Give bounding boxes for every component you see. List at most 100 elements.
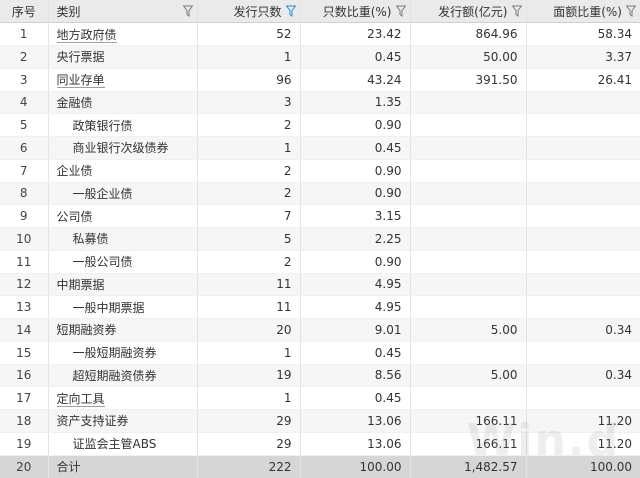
table-row[interactable]: 14 短期融资券 20 9.01 5.00 0.34: [0, 318, 640, 342]
col-header-amount-share[interactable]: 面额比重(%): [526, 0, 640, 24]
table-row[interactable]: 12 中期票据 11 4.95: [0, 273, 640, 297]
row-index: 19: [0, 432, 49, 456]
col-header-index[interactable]: 序号: [0, 0, 49, 24]
row-count-share: 0.90: [300, 113, 411, 137]
row-amount-share: 0.34: [526, 364, 640, 388]
row-issue-count: 1: [197, 45, 301, 69]
row-issue-count: 96: [197, 68, 301, 92]
category-label[interactable]: 同业存单: [56, 73, 105, 89]
row-issue-amount: [410, 182, 527, 206]
row-issue-amount: [410, 227, 527, 251]
col-header-category[interactable]: 类别: [48, 0, 198, 24]
row-amount-share: 3.37: [526, 45, 640, 69]
row-issue-count: 5: [197, 227, 301, 251]
table-row[interactable]: 4 金融债 3 1.35: [0, 91, 640, 115]
row-issue-amount: 5.00: [410, 318, 527, 342]
total-row[interactable]: 20 合计 222 100.00 1,482.57 100.00: [0, 455, 640, 478]
row-category[interactable]: 同业存单: [48, 68, 198, 92]
row-amount-share: [526, 250, 640, 274]
table-row[interactable]: 5 政策银行债 2 0.90: [0, 113, 640, 137]
row-issue-amount: [410, 273, 527, 297]
row-index: 14: [0, 318, 49, 342]
table-row[interactable]: 11 一般公司债 2 0.90: [0, 250, 640, 274]
row-issue-amount: 1,482.57: [410, 455, 527, 478]
row-issue-amount: 864.96: [410, 22, 527, 46]
col-header-count-share[interactable]: 只数比重(%): [300, 0, 411, 24]
row-count-share: 4.95: [300, 273, 411, 297]
filter-icon[interactable]: [511, 5, 522, 17]
row-index: 11: [0, 250, 49, 274]
row-count-share: 13.06: [300, 432, 411, 456]
filter-icon[interactable]: [285, 5, 296, 17]
category-label: 企业债: [56, 164, 93, 179]
category-label: 一般企业债: [72, 186, 133, 201]
row-count-share: 100.00: [300, 455, 411, 478]
row-count-share: 9.01: [300, 318, 411, 342]
table-row[interactable]: 19 证监会主管ABS 29 13.06 166.11 11.20: [0, 432, 640, 456]
table-row[interactable]: 6 商业银行次级债券 1 0.45: [0, 136, 640, 160]
filter-icon[interactable]: [182, 5, 193, 17]
table-row[interactable]: 2 央行票据 1 0.45 50.00 3.37: [0, 45, 640, 69]
row-count-share: 0.45: [300, 386, 411, 410]
row-index: 3: [0, 68, 49, 92]
table-row[interactable]: 17 定向工具 1 0.45: [0, 386, 640, 410]
category-label[interactable]: 地方政府债: [56, 27, 117, 43]
row-index: 9: [0, 204, 49, 228]
row-index: 1: [0, 22, 49, 46]
row-count-share: 4.95: [300, 295, 411, 319]
row-amount-share: [526, 295, 640, 319]
row-count-share: 0.45: [300, 45, 411, 69]
row-index: 5: [0, 113, 49, 137]
row-count-share: 0.90: [300, 159, 411, 183]
category-label: 央行票据: [56, 50, 105, 65]
row-index: 8: [0, 182, 49, 206]
row-amount-share: 11.20: [526, 432, 640, 456]
table-row[interactable]: 1 地方政府债 52 23.42 864.96 58.34: [0, 22, 640, 46]
row-category: 商业银行次级债券: [48, 136, 198, 160]
row-category[interactable]: 定向工具: [48, 386, 198, 410]
row-count-share: 13.06: [300, 409, 411, 433]
row-index: 6: [0, 136, 49, 160]
filter-icon[interactable]: [626, 5, 636, 17]
row-count-share: 43.24: [300, 68, 411, 92]
row-issue-count: 222: [197, 455, 301, 478]
row-category: 资产支持证券: [48, 409, 198, 433]
row-index: 13: [0, 295, 49, 319]
row-issue-count: 29: [197, 409, 301, 433]
category-label[interactable]: 定向工具: [56, 391, 105, 407]
table-row[interactable]: 8 一般企业债 2 0.90: [0, 182, 640, 206]
row-issue-amount: 166.11: [410, 432, 527, 456]
header-row: 序号 类别 发行只数 只数比重(%) 发行额(亿元) 面额比重(%): [0, 0, 640, 24]
row-issue-count: 2: [197, 250, 301, 274]
row-issue-amount: [410, 295, 527, 319]
row-category: 证监会主管ABS: [48, 432, 198, 456]
row-issue-amount: [410, 159, 527, 183]
table-row[interactable]: 15 一般短期融资券 1 0.45: [0, 341, 640, 365]
row-count-share: 0.90: [300, 182, 411, 206]
table-row[interactable]: 13 一般中期票据 11 4.95: [0, 295, 640, 319]
row-issue-amount: 166.11: [410, 409, 527, 433]
table-row[interactable]: 9 公司债 7 3.15: [0, 204, 640, 228]
row-amount-share: [526, 386, 640, 410]
row-amount-share: 26.41: [526, 68, 640, 92]
row-issue-count: 3: [197, 91, 301, 115]
row-issue-count: 11: [197, 273, 301, 297]
row-category: 合计: [48, 455, 198, 478]
row-category: 一般中期票据: [48, 295, 198, 319]
table-row[interactable]: 16 超短期融资债券 19 8.56 5.00 0.34: [0, 364, 640, 388]
table-row[interactable]: 18 资产支持证券 29 13.06 166.11 11.20: [0, 409, 640, 433]
table-row[interactable]: 10 私募债 5 2.25: [0, 227, 640, 251]
row-issue-count: 2: [197, 182, 301, 206]
table-body: 1 地方政府债 52 23.42 864.96 58.34 2 央行票据 1 0.45 50.00 3…: [0, 22, 640, 478]
row-amount-share: [526, 113, 640, 137]
table-row[interactable]: 7 企业债 2 0.90: [0, 159, 640, 183]
col-header-issue-amount[interactable]: 发行额(亿元): [410, 0, 527, 24]
row-category: 企业债: [48, 159, 198, 183]
row-amount-share: [526, 341, 640, 365]
row-category[interactable]: 地方政府债: [48, 22, 198, 46]
row-issue-count: 1: [197, 386, 301, 410]
col-header-issue-count[interactable]: 发行只数: [197, 0, 301, 24]
filter-icon[interactable]: [395, 5, 406, 17]
table-row[interactable]: 3 同业存单 96 43.24 391.50 26.41: [0, 68, 640, 92]
row-index: 2: [0, 45, 49, 69]
